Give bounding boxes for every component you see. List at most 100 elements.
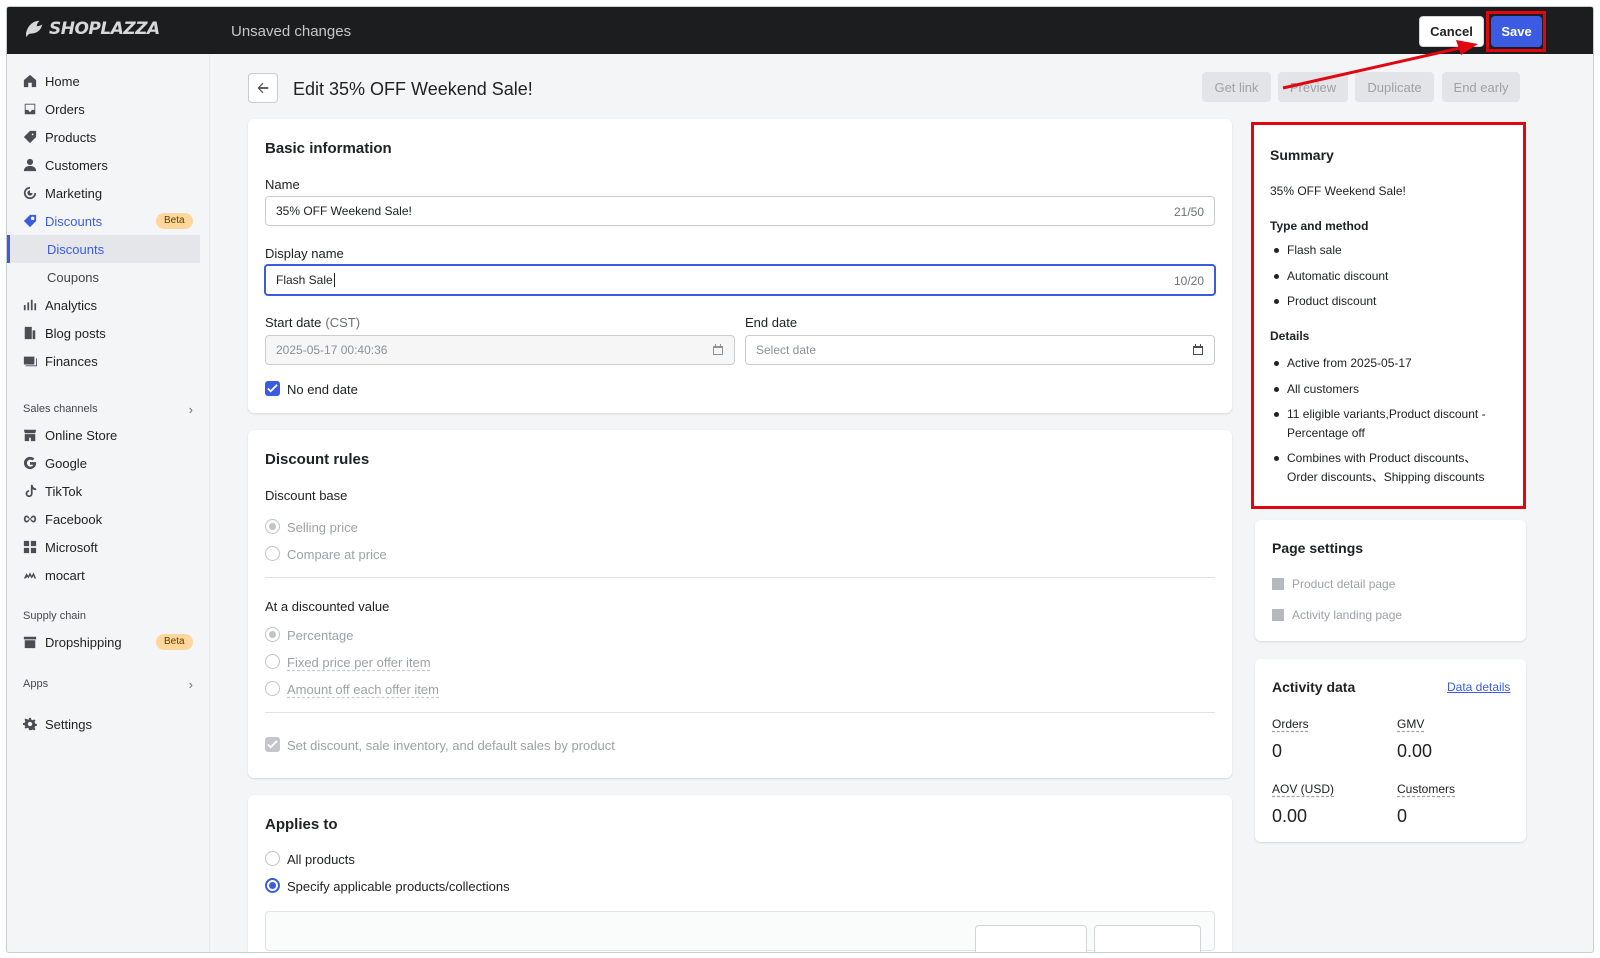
sidebar-item-tiktok[interactable]: TikTok [7,477,200,505]
save-button[interactable]: Save [1491,16,1542,47]
end-date-label: End date [745,315,798,330]
sidebar-item-discounts[interactable]: Discounts Beta [7,207,200,235]
sidebar-item-label: Blog posts [45,325,106,341]
sidebar-item-analytics[interactable]: Analytics [7,291,200,319]
set-by-product-checkbox[interactable] [265,737,280,752]
start-date-value: 2025-05-17 00:40:36 [276,343,388,357]
sidebar-item-home[interactable]: Home [7,67,200,95]
end-date-input[interactable]: Select date [745,335,1215,365]
get-link-button[interactable]: Get link [1202,72,1271,102]
sidebar-item-finances[interactable]: Finances [7,347,200,375]
card-title: Page settings [1272,540,1364,556]
option-label: Activity landing page [1292,608,1403,622]
calendar-icon [713,344,723,355]
sidebar-item-label: Discounts [47,241,105,257]
type-method-heading: Type and method [1270,219,1369,233]
checkmark-icon [267,740,278,749]
display-name-input[interactable]: Flash Sale 10/20 [264,264,1216,296]
display-name-label: Display name [265,246,344,261]
sidebar-subitem-coupons[interactable]: Coupons [7,263,200,291]
summary-detail-item: Active from 2025-05-17 [1274,354,1504,373]
orders-value: 0 [1272,741,1283,761]
sidebar-item-label: Settings [45,716,92,732]
sidebar-item-products[interactable]: Products [7,123,200,151]
picker-button[interactable] [1094,925,1201,952]
no-end-date-checkbox[interactable] [265,381,280,396]
display-name-counter: 10/20 [1173,274,1204,288]
card-title: Applies to [265,816,338,833]
sidebar-item-settings[interactable]: Settings [7,710,200,738]
end-early-button[interactable]: End early [1442,72,1520,102]
sidebar-item-facebook[interactable]: Facebook [7,505,200,533]
selling-price-radio[interactable] [265,519,280,534]
data-details-link[interactable]: Data details [1447,680,1510,694]
no-end-date-label: No end date [287,382,358,397]
duplicate-button[interactable]: Duplicate [1355,72,1434,102]
all-products-label: All products [287,852,355,867]
sidebar-item-label: TikTok [45,483,83,499]
summary-detail-item: Combines with Product discounts、Order di… [1274,449,1504,487]
orders-icon [23,102,37,116]
picker-button[interactable] [975,925,1087,952]
sidebar-item-label: Finances [45,353,98,369]
all-products-radio[interactable] [265,851,280,866]
start-date-label-text: Start date [265,315,322,330]
amount-off-label: Amount off each offer item [287,682,439,697]
shoplazza-logo[interactable]: SHOPLAZZA [23,18,160,40]
cancel-button[interactable]: Cancel [1419,16,1484,47]
beta-badge: Beta [156,634,193,650]
compare-at-price-radio[interactable] [265,546,280,561]
sidebar-item-label: Discounts [45,213,103,229]
name-label: Name [265,177,300,192]
start-date-input[interactable]: 2025-05-17 00:40:36 [265,335,735,365]
amount-off-radio[interactable] [265,681,280,696]
summary-card: Summary 35% OFF Weekend Sale! Type and m… [1251,122,1526,509]
apps-label: Apps [23,678,49,690]
discount-icon [23,214,37,228]
page-icon [1272,578,1284,590]
selling-price-label: Selling price [287,520,358,535]
sidebar-subitem-discounts[interactable]: Discounts [7,235,200,263]
sidebar-item-marketing[interactable]: Marketing [7,179,200,207]
activity-landing-page-option[interactable]: Activity landing page [1272,608,1402,622]
sidebar-item-label: mocart [45,567,85,583]
product-detail-page-option[interactable]: Product detail page [1272,577,1395,591]
divider [265,577,1215,578]
sidebar-item-microsoft[interactable]: Microsoft [7,533,200,561]
sidebar-item-blog-posts[interactable]: Blog posts [7,319,200,347]
mocart-icon [23,568,37,582]
percentage-radio[interactable] [265,627,280,642]
sidebar-item-label: Dropshipping [45,634,122,650]
apps-header[interactable]: Apps › [23,677,193,692]
name-value: 35% OFF Weekend Sale! [276,204,412,218]
preview-button[interactable]: Preview [1278,72,1348,102]
sidebar-item-orders[interactable]: Orders [7,95,200,123]
summary-type-item: Flash sale [1274,241,1504,260]
name-input[interactable]: 35% OFF Weekend Sale! 21/50 [265,196,1215,226]
tag-icon [23,130,37,144]
sidebar-item-dropshipping[interactable]: Dropshipping Beta [7,628,200,656]
sidebar-item-mocart[interactable]: mocart [7,561,200,589]
fixed-price-radio[interactable] [265,654,280,669]
summary-discount-name: 35% OFF Weekend Sale! [1270,184,1406,198]
sidebar-item-label: Home [45,73,80,89]
set-by-product-label: Set discount, sale inventory, and defaul… [287,738,615,753]
card-title: Activity data [1272,679,1356,695]
timezone-label: (CST) [325,315,361,330]
target-icon [23,186,37,200]
specify-products-radio[interactable] [265,878,280,893]
divider [265,712,1215,713]
sidebar-item-online-store[interactable]: Online Store [7,421,200,449]
back-button[interactable] [248,73,278,103]
person-icon [23,158,37,172]
sales-channels-header[interactable]: Sales channels › [23,402,193,417]
checkmark-icon [267,384,278,393]
gmv-value: 0.00 [1397,741,1433,761]
orders-label: Orders [1272,717,1309,731]
tiktok-icon [23,484,37,498]
sidebar-item-label: Microsoft [45,539,98,555]
sidebar-item-google[interactable]: Google [7,449,200,477]
logo-icon [25,20,43,38]
sidebar-item-customers[interactable]: Customers [7,151,200,179]
microsoft-icon [23,540,37,554]
